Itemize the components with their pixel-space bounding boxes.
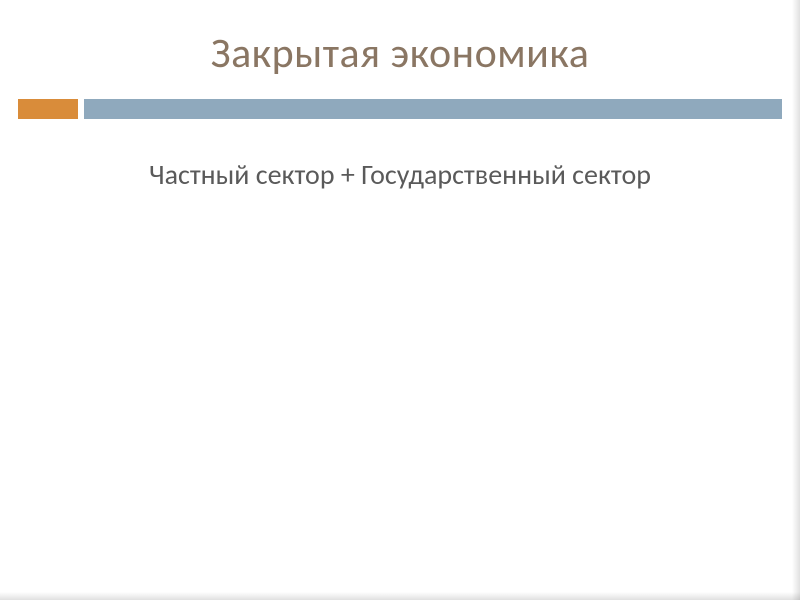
- divider-bar: [84, 99, 782, 119]
- content-text: Частный сектор + Государственный сектор: [80, 157, 720, 192]
- shadow-right: [792, 0, 800, 600]
- slide-container: Закрытая экономика Частный сектор + Госу…: [0, 0, 800, 600]
- slide-title: Закрытая экономика: [0, 28, 800, 79]
- content-area: Частный сектор + Государственный сектор: [0, 119, 800, 192]
- title-area: Закрытая экономика: [0, 0, 800, 79]
- divider-row: [0, 99, 800, 119]
- accent-block: [18, 99, 78, 119]
- shadow-bottom: [0, 592, 800, 600]
